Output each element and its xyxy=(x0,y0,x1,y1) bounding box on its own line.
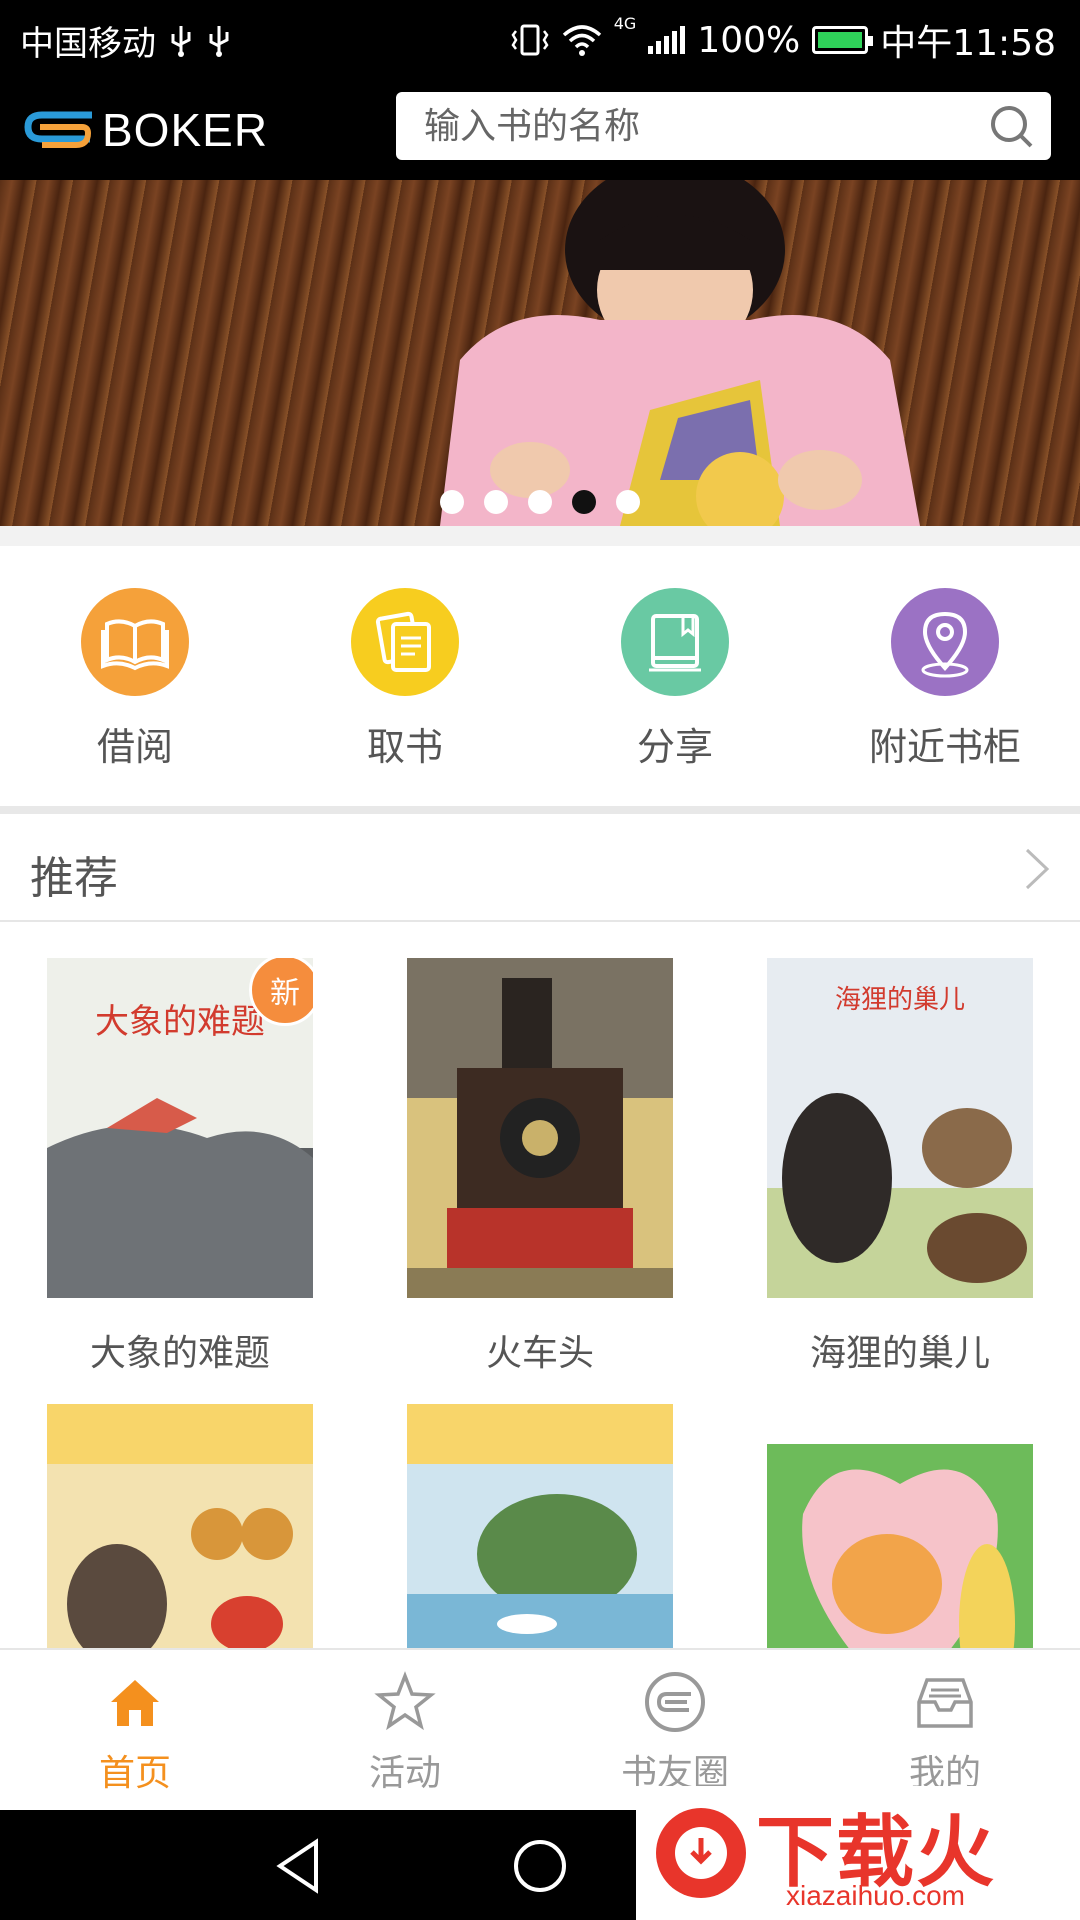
banner-carousel[interactable] xyxy=(0,180,1080,526)
home-icon xyxy=(111,1680,159,1726)
carousel-indicator xyxy=(0,490,1080,514)
book-title: 火车头 xyxy=(485,1333,594,1374)
shortcut-label: 取书 xyxy=(366,725,443,769)
star-icon xyxy=(374,1671,436,1731)
usb-icon xyxy=(171,25,191,57)
back-icon[interactable] xyxy=(268,1834,332,1898)
tab-label: 活动 xyxy=(368,1753,441,1794)
book-cover[interactable]: 海狸的巢儿 xyxy=(767,958,1033,1298)
app-header: BOKER xyxy=(0,75,1080,180)
svg-text:海狸的巢儿: 海狸的巢儿 xyxy=(835,985,965,1015)
carousel-dot-active[interactable] xyxy=(572,490,596,514)
recommend-header[interactable]: 推荐 xyxy=(0,814,1080,922)
shortcut-borrow[interactable]: 借阅 xyxy=(0,546,270,806)
clock: 中午11:58 xyxy=(880,23,1056,64)
watermark: 下载火 xiazaihuo.com xyxy=(636,1786,1080,1920)
book-grid: 大象的难题 新 大象的难题 火车头 海狸的巢儿 海狸的巢儿 xyxy=(0,922,1080,1648)
logo: BOKER xyxy=(22,103,268,157)
tab-home[interactable]: 首页 xyxy=(0,1650,270,1810)
open-book-icon xyxy=(81,588,189,696)
carousel-dot[interactable] xyxy=(528,490,552,514)
signal-icon xyxy=(648,26,686,54)
location-pin-icon xyxy=(891,588,999,696)
shortcut-share[interactable]: 分享 xyxy=(540,546,810,806)
tab-activity[interactable]: 活动 xyxy=(270,1650,540,1810)
search-icon[interactable] xyxy=(987,102,1037,152)
carousel-dot[interactable] xyxy=(616,490,640,514)
shortcut-label: 附近书柜 xyxy=(868,725,1021,769)
tab-label: 首页 xyxy=(98,1753,171,1794)
carousel-dot[interactable] xyxy=(484,490,508,514)
battery-percent: 100% xyxy=(697,19,801,61)
shortcut-pickup[interactable]: 取书 xyxy=(270,546,540,806)
book-cover[interactable]: 大象的难题 新 xyxy=(47,958,313,1298)
wifi-icon xyxy=(562,25,601,56)
circle-logo-icon xyxy=(645,1672,705,1732)
book-share-icon xyxy=(621,588,729,696)
shortcut-label: 分享 xyxy=(636,725,713,769)
banner-image xyxy=(440,180,920,526)
book-title: 海狸的巢儿 xyxy=(809,1333,990,1374)
shortcut-nearby-cabinet[interactable]: 附近书柜 xyxy=(810,546,1080,806)
divider xyxy=(0,806,1080,814)
book-cover[interactable] xyxy=(407,1404,673,1648)
book-card[interactable] xyxy=(47,1404,313,1648)
svg-text:大象的难题: 大象的难题 xyxy=(95,1002,265,1042)
documents-icon xyxy=(351,588,459,696)
inbox-icon xyxy=(917,1678,973,1728)
home-button-icon[interactable] xyxy=(508,1834,572,1898)
book-card[interactable]: 海狸的巢儿 海狸的巢儿 xyxy=(767,958,1033,1376)
vibrate-icon xyxy=(511,24,549,56)
search-input[interactable] xyxy=(424,102,964,150)
book-cover[interactable] xyxy=(767,1404,1033,1648)
section-title: 推荐 xyxy=(30,853,118,904)
book-card[interactable] xyxy=(767,1404,1033,1648)
chevron-right-icon[interactable] xyxy=(1022,846,1052,892)
shortcut-label: 借阅 xyxy=(96,725,173,769)
boker-logo-icon xyxy=(24,111,92,148)
book-card[interactable] xyxy=(407,1404,673,1648)
logo-text: BOKER xyxy=(102,104,269,156)
network-type: 4G xyxy=(613,14,637,33)
book-cover[interactable] xyxy=(47,1404,313,1648)
download-icon xyxy=(656,1808,746,1898)
divider xyxy=(0,526,1080,546)
carousel-dot[interactable] xyxy=(440,490,464,514)
status-bar: 中国移动 4G 100% 中午11:58 xyxy=(0,0,1080,75)
book-card[interactable]: 大象的难题 新 大象的难题 xyxy=(47,958,313,1376)
battery-icon xyxy=(812,26,874,54)
book-cover[interactable] xyxy=(407,958,673,1298)
usb-icon xyxy=(209,25,229,57)
book-card[interactable]: 火车头 xyxy=(407,958,673,1376)
shortcut-grid: 借阅 取书 分享 附近书柜 xyxy=(0,546,1080,806)
search-box[interactable] xyxy=(396,92,1051,160)
carrier-label: 中国移动 xyxy=(20,24,156,64)
book-title: 大象的难题 xyxy=(89,1333,270,1374)
watermark-url: xiazaihuo.com xyxy=(786,1880,965,1911)
